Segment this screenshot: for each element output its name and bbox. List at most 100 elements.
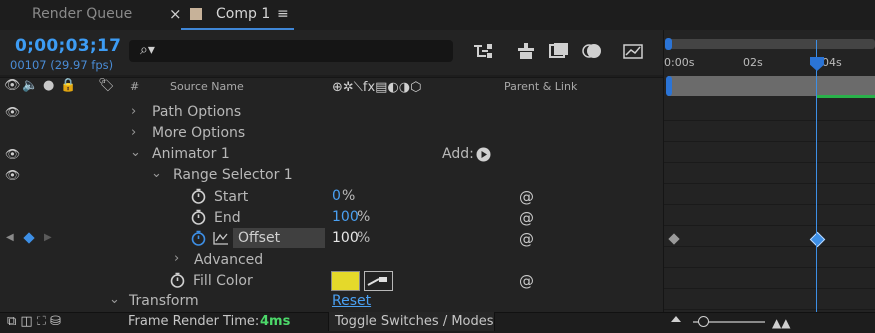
pick-whip-icon[interactable]: @ [519,230,534,248]
property-label: Animator 1 [152,146,230,162]
timeline-row [664,268,875,289]
property-row-animator-1[interactable]: 👁 ⌄ Animator 1 Add: [0,144,663,165]
property-unit: % [342,188,356,204]
solo-header-icon: ● [43,78,55,93]
property-row-offset[interactable]: ◀ ▶ Offset 100 % @ [0,228,663,249]
work-area-start-handle[interactable] [665,38,672,50]
property-label: More Options [152,125,246,141]
chevron-right-icon[interactable]: › [131,125,136,140]
frame-render-time-value: 4ms [260,314,291,329]
eye-icon[interactable]: 👁 [5,105,20,119]
property-row-end[interactable]: End 100 % @ [0,207,663,228]
parent-link-column[interactable]: Parent & Link [504,80,577,93]
pick-whip-icon[interactable]: @ [519,188,534,206]
zoom-in-icon[interactable]: ▲▲ [772,316,790,330]
current-time-display[interactable]: 0;00;03;17 [15,36,121,56]
stopwatch-icon[interactable] [170,272,185,292]
reset-link[interactable]: Reset [332,293,371,309]
property-value[interactable]: 100 [332,230,359,246]
composition-flowchart-icon[interactable] [472,42,494,64]
switches-column-icons: ⊕✲⟍fx▤◐◑⬡ [332,80,422,95]
layer-number-column: # [130,80,140,93]
graph-editor-icon[interactable] [622,42,644,64]
timeline-row [664,289,875,310]
property-row-fill-color[interactable]: Fill Color @ [0,270,663,291]
previous-keyframe-icon[interactable]: ◀ [6,232,14,243]
property-label: Range Selector 1 [173,167,293,183]
property-label: Advanced [194,252,264,268]
add-label: Add: [442,146,474,162]
timeline-row [664,226,875,247]
render-icons-group[interactable]: ⧉ ◫ ⛶ ⛁ [7,314,61,329]
timeline-row [664,163,875,184]
pick-whip-icon[interactable]: @ [519,209,534,227]
search-icon: ⌕▾ [140,42,155,58]
zoom-out-icon[interactable] [671,316,681,322]
frame-count-display: 00107 (29.97 fps) [10,58,114,72]
source-name-column[interactable]: Source Name [170,80,244,93]
chevron-right-icon[interactable]: › [131,104,136,119]
toggle-switches-modes-label: Toggle Switches / Modes [335,314,494,329]
timeline-row [664,205,875,226]
cached-frames-bar [816,95,875,98]
add-menu-icon[interactable] [476,147,491,166]
chevron-down-icon[interactable]: ⌄ [151,166,162,181]
lock-header-icon: 🔒 [60,78,77,93]
add-keyframe-icon[interactable] [23,232,35,244]
graph-icon[interactable] [213,231,229,249]
close-icon[interactable]: × [169,0,182,30]
eye-icon[interactable]: 👁 [5,147,20,161]
property-value[interactable]: 100 [332,209,359,225]
property-label: Offset [238,230,281,246]
motion-blur-icon[interactable] [582,42,602,64]
property-row-advanced[interactable]: › Advanced [0,249,663,270]
label-tag-icon: 🏷 [98,78,115,93]
property-label: End [214,210,241,226]
stopwatch-icon[interactable] [191,209,206,229]
property-row-path-options[interactable]: 👁 › Path Options [0,102,663,123]
search-input[interactable] [129,40,453,62]
eye-icon[interactable]: 👁 [5,168,20,182]
property-label: Path Options [152,104,242,120]
property-label: Fill Color [193,273,253,289]
audio-switch-header-icon: 🔈 [22,78,39,93]
ruler-tick-label: 0:00s [664,56,695,69]
property-row-range-selector-1[interactable]: 👁 ⌄ Range Selector 1 [0,165,663,186]
timeline-row [664,247,875,268]
chevron-right-icon[interactable]: › [174,251,179,266]
property-label: Transform [129,293,199,309]
draft-3d-icon[interactable] [516,42,536,64]
time-ruler[interactable] [664,50,875,76]
property-row-transform[interactable]: ⌄ Transform Reset [0,291,663,312]
frame-blending-icon[interactable] [549,42,569,64]
fill-color-swatch[interactable] [331,271,360,291]
tab-render-queue[interactable]: Render Queue [32,0,132,30]
ruler-tick-label: 04s [822,56,842,69]
layer-duration-bar[interactable] [668,76,875,96]
video-switch-header-icon: 👁 [4,78,21,93]
current-time-indicator-line[interactable] [816,40,817,312]
chevron-down-icon[interactable]: ⌄ [130,145,141,160]
zoom-slider-knob[interactable] [698,316,709,327]
timeline-row [664,100,875,121]
frame-render-time-label: Frame Render Time: [128,314,260,329]
property-unit: % [357,209,371,225]
panel-menu-icon[interactable]: ≡ [277,6,289,22]
timeline-row [664,142,875,163]
stopwatch-icon[interactable] [191,188,206,208]
property-value[interactable]: 0 [332,188,341,204]
chevron-down-icon[interactable]: ⌄ [109,292,120,307]
layer-in-point-handle[interactable] [666,76,672,96]
property-row-start[interactable]: Start 0 % @ [0,186,663,207]
pick-whip-icon[interactable]: @ [519,272,534,290]
tab-comp-1[interactable]: Comp 1 [216,0,270,30]
timeline-row [664,184,875,205]
property-unit: % [357,230,371,246]
work-area-bar[interactable] [669,39,875,49]
stopwatch-active-icon[interactable] [191,230,206,250]
property-label: Start [214,189,249,205]
comp-color-swatch [190,8,202,20]
next-keyframe-icon[interactable]: ▶ [44,232,52,243]
eyedropper-icon[interactable] [364,271,393,291]
property-row-more-options[interactable]: › More Options [0,123,663,144]
